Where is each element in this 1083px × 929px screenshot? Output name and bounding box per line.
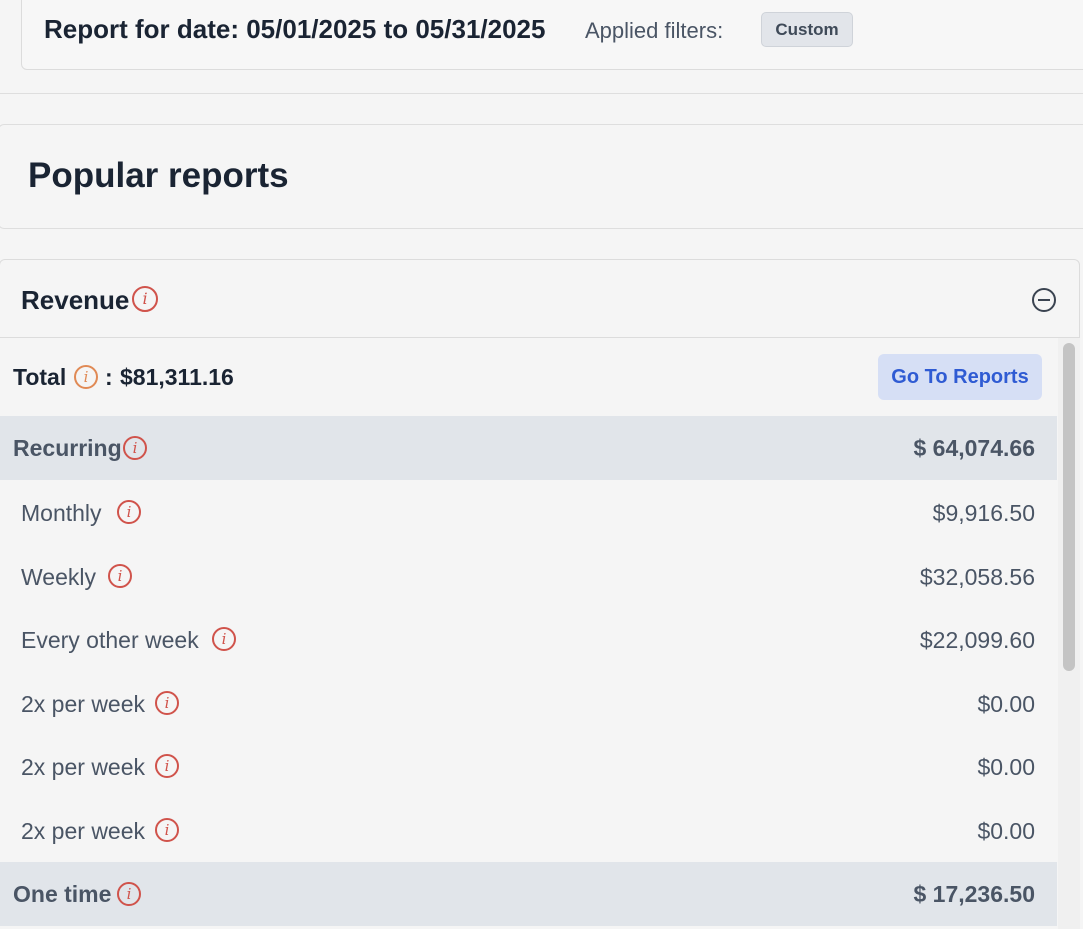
scrollbar-thumb[interactable]: [1063, 343, 1075, 671]
revenue-card-header: [0, 259, 1080, 338]
list-item-label: Monthly: [21, 500, 102, 526]
info-icon[interactable]: i: [155, 818, 179, 842]
info-icon[interactable]: i: [117, 882, 141, 906]
list-item-value: $32,058.56: [919, 564, 1035, 590]
list-item-label: 2x per week: [21, 691, 146, 717]
list-item-value: $0.00: [977, 691, 1035, 717]
group-value: $ 64,074.66: [913, 435, 1035, 461]
total-label: Total: [13, 364, 67, 390]
info-icon[interactable]: i: [108, 564, 132, 588]
info-icon[interactable]: i: [74, 365, 98, 389]
list-item-label: Every other week: [21, 627, 199, 653]
list-item-value: $0.00: [977, 818, 1035, 844]
group-label: Recurring: [13, 435, 122, 461]
applied-filters-label: Applied filters:: [585, 18, 724, 43]
info-icon[interactable]: i: [117, 500, 141, 524]
info-icon[interactable]: i: [132, 286, 158, 312]
revenue-title: Revenue: [21, 285, 130, 315]
revenue-group-row-recurring: [0, 416, 1057, 480]
report-date-title: Report for date: 05/01/2025 to 05/31/202…: [44, 14, 546, 44]
list-item-label: 2x per week: [21, 754, 146, 780]
list-item-value: $9,916.50: [932, 500, 1035, 526]
group-value: $ 17,236.50: [913, 881, 1035, 907]
list-item-label: 2x per week: [21, 818, 146, 844]
minus-circle-icon[interactable]: [1032, 288, 1056, 312]
info-icon[interactable]: i: [212, 627, 236, 651]
revenue-group-row-one-time: [0, 862, 1057, 926]
group-label: One time: [13, 881, 112, 907]
filter-chip-custom[interactable]: Custom: [761, 12, 853, 47]
divider: [0, 93, 1083, 94]
list-item-value: $22,099.60: [919, 627, 1035, 653]
popular-reports-title: Popular reports: [28, 156, 289, 195]
total-value: $81,311.16: [120, 364, 234, 390]
info-icon[interactable]: i: [155, 691, 179, 715]
info-icon[interactable]: i: [155, 754, 179, 778]
go-to-reports-button[interactable]: Go To Reports: [878, 354, 1042, 400]
list-item-label: Weekly: [21, 564, 96, 590]
list-item-value: $0.00: [977, 754, 1035, 780]
info-icon[interactable]: i: [123, 436, 147, 460]
total-separator: :: [105, 364, 113, 390]
